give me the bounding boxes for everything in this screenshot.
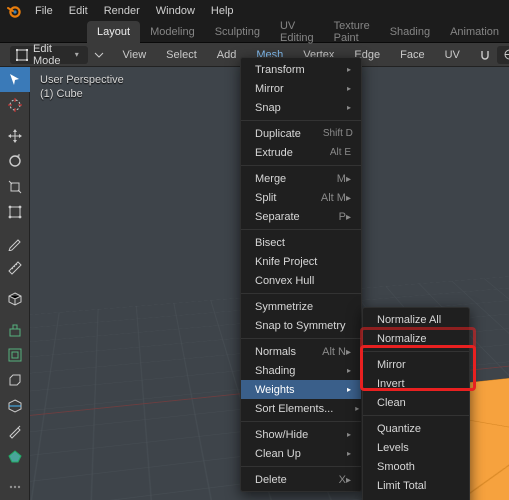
mode-label: Edit Mode — [33, 43, 67, 67]
header-face[interactable]: Face — [393, 46, 431, 64]
tool-knife[interactable] — [0, 418, 30, 443]
weights-submenu: Normalize All Normalize Mirror Invert Cl… — [362, 307, 470, 500]
tab-sculpting[interactable]: Sculpting — [205, 21, 270, 43]
viewport-info-overlay: User Perspective (1) Cube — [40, 73, 124, 101]
mesh-knife-project[interactable]: Knife Project — [241, 252, 361, 271]
tool-select-box[interactable] — [0, 67, 30, 92]
mesh-separate[interactable]: SeparateP▸ — [241, 207, 361, 226]
mesh-normals[interactable]: NormalsAlt N▸ — [241, 342, 361, 361]
perspective-label: User Perspective — [40, 73, 124, 87]
header-add[interactable]: Add — [210, 46, 244, 64]
workspace-tabs: Layout Modeling Sculpting UV Editing Tex… — [0, 21, 509, 43]
mesh-sort[interactable]: Sort Elements...▸ — [241, 399, 361, 418]
blender-logo-icon — [6, 3, 22, 19]
mesh-bisect[interactable]: Bisect — [241, 233, 361, 252]
tab-shading[interactable]: Shading — [380, 21, 440, 43]
mesh-showhide[interactable]: Show/Hide▸ — [241, 425, 361, 444]
tool-bevel[interactable] — [0, 368, 30, 393]
mesh-split[interactable]: SplitAlt M▸ — [241, 188, 361, 207]
mesh-transform[interactable]: Transform▸ — [241, 60, 361, 79]
weights-normalize-all[interactable]: Normalize All — [363, 310, 469, 329]
transform-orientation[interactable]: Global ▾ — [497, 46, 509, 64]
tool-sidebar — [0, 67, 30, 500]
mesh-delete[interactable]: DeleteX▸ — [241, 470, 361, 489]
tab-animation[interactable]: Animation — [440, 21, 509, 43]
weights-mirror[interactable]: Mirror — [363, 355, 469, 374]
tool-extrude[interactable] — [0, 317, 30, 342]
weights-clean[interactable]: Clean — [363, 393, 469, 412]
tool-polybuild[interactable] — [0, 444, 30, 469]
tool-move[interactable] — [0, 123, 30, 148]
tool-scale[interactable] — [0, 174, 30, 199]
tool-measure[interactable] — [0, 255, 30, 280]
tool-cursor[interactable] — [0, 92, 30, 117]
weights-normalize[interactable]: Normalize — [363, 329, 469, 348]
header-view[interactable]: View — [116, 46, 154, 64]
tool-transform[interactable] — [0, 199, 30, 224]
mesh-merge[interactable]: MergeM▸ — [241, 169, 361, 188]
weights-fix-deforms[interactable]: Fix Deforms — [363, 495, 469, 500]
mesh-duplicate[interactable]: DuplicateShift D — [241, 124, 361, 143]
tool-annotate[interactable] — [0, 230, 30, 255]
tab-layout[interactable]: Layout — [87, 21, 140, 43]
tool-add-cube[interactable] — [0, 286, 30, 311]
header-uv[interactable]: UV — [438, 46, 467, 64]
menu-window[interactable]: Window — [149, 2, 202, 20]
tab-modeling[interactable]: Modeling — [140, 21, 205, 43]
tool-more[interactable] — [0, 475, 30, 500]
magnet-icon[interactable] — [479, 48, 491, 62]
edit-mode-icon — [16, 48, 28, 62]
weights-levels[interactable]: Levels — [363, 438, 469, 457]
chevron-down-icon: ▾ — [72, 48, 82, 62]
active-object-label: (1) Cube — [40, 87, 124, 101]
main-menu-bar: File Edit Render Window Help — [0, 0, 509, 21]
mesh-weights[interactable]: Weights▸ — [241, 380, 361, 399]
weights-quantize[interactable]: Quantize — [363, 419, 469, 438]
header-select[interactable]: Select — [159, 46, 204, 64]
mode-selector[interactable]: Edit Mode ▾ — [10, 46, 88, 64]
weights-invert[interactable]: Invert — [363, 374, 469, 393]
mesh-snap-symmetry[interactable]: Snap to Symmetry — [241, 316, 361, 335]
tool-rotate[interactable] — [0, 149, 30, 174]
weights-smooth[interactable]: Smooth — [363, 457, 469, 476]
mesh-symmetrize[interactable]: Symmetrize — [241, 297, 361, 316]
dropdown-icon[interactable] — [94, 48, 104, 62]
mesh-shading[interactable]: Shading▸ — [241, 361, 361, 380]
menu-help[interactable]: Help — [204, 2, 241, 20]
orientation-icon — [503, 48, 509, 62]
menu-file[interactable]: File — [28, 2, 60, 20]
menu-edit[interactable]: Edit — [62, 2, 95, 20]
tool-loopcut[interactable] — [0, 393, 30, 418]
menu-render[interactable]: Render — [97, 2, 147, 20]
weights-limit-total[interactable]: Limit Total — [363, 476, 469, 495]
mesh-mirror[interactable]: Mirror▸ — [241, 79, 361, 98]
tab-texture-paint[interactable]: Texture Paint — [324, 21, 380, 43]
tab-uv-editing[interactable]: UV Editing — [270, 21, 324, 43]
tool-inset[interactable] — [0, 342, 30, 367]
mesh-convex-hull[interactable]: Convex Hull — [241, 271, 361, 290]
mesh-menu: Transform▸ Mirror▸ Snap▸ DuplicateShift … — [240, 57, 362, 492]
mesh-cleanup[interactable]: Clean Up▸ — [241, 444, 361, 463]
mesh-snap[interactable]: Snap▸ — [241, 98, 361, 117]
mesh-extrude[interactable]: ExtrudeAlt E — [241, 143, 361, 162]
